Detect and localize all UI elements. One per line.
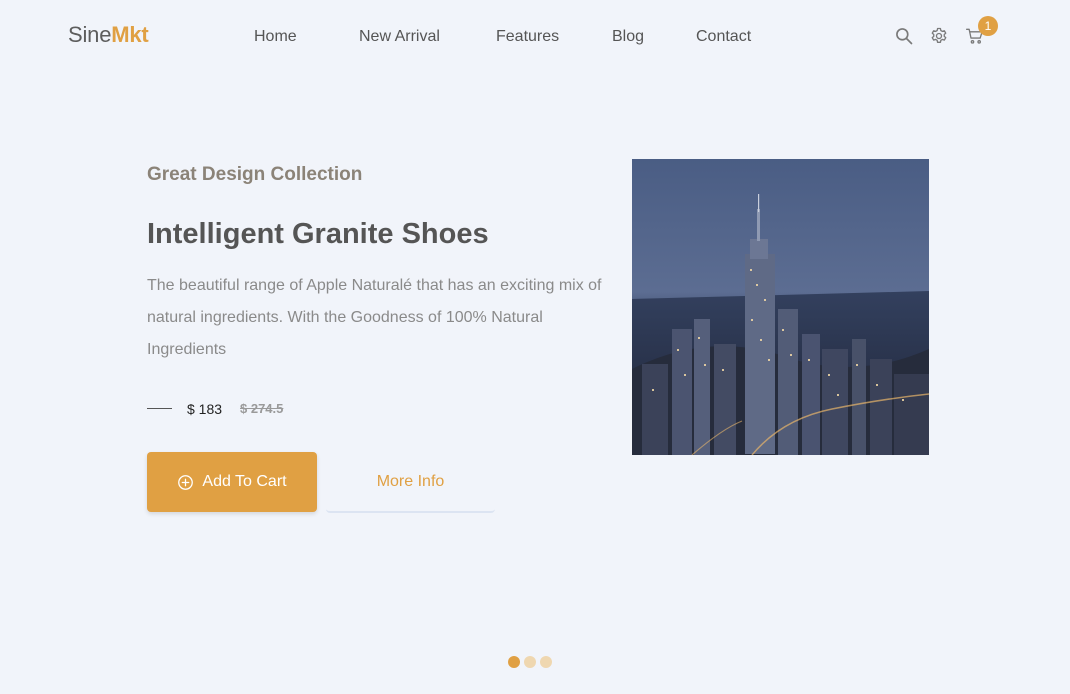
settings-icon[interactable] <box>929 26 951 48</box>
search-icon[interactable] <box>894 26 916 48</box>
original-price: $ 274.5 <box>240 401 284 416</box>
brand-name-part2: Mkt <box>111 22 149 47</box>
more-info-button[interactable]: More Info <box>326 452 495 513</box>
nav-contact[interactable]: Contact <box>696 28 751 46</box>
nav-new-arrival[interactable]: New Arrival <box>359 28 440 46</box>
product-title: Intelligent Granite Shoes <box>147 218 489 250</box>
nav-features[interactable]: Features <box>496 28 559 46</box>
product-description: The beautiful range of Apple Naturalé th… <box>147 277 602 358</box>
slider-dot-3[interactable] <box>540 656 552 668</box>
city-skyline-image <box>632 159 929 455</box>
brand-name-part1: Sine <box>68 22 112 47</box>
hero-eyebrow: Great Design Collection <box>147 164 363 185</box>
current-price: $ 183 <box>187 401 223 417</box>
slider-dot-1[interactable] <box>508 656 520 668</box>
nav-home[interactable]: Home <box>254 28 297 46</box>
nav-blog[interactable]: Blog <box>612 28 644 46</box>
price-divider <box>147 408 172 409</box>
add-to-cart-label: Add To Cart <box>202 473 287 490</box>
plus-circle-icon <box>178 474 194 490</box>
slider-dot-2[interactable] <box>524 656 536 668</box>
brand-logo[interactable]: SineMkt <box>68 22 149 48</box>
cart-count-badge: 1 <box>978 16 998 36</box>
add-to-cart-button[interactable]: Add To Cart <box>147 452 317 512</box>
